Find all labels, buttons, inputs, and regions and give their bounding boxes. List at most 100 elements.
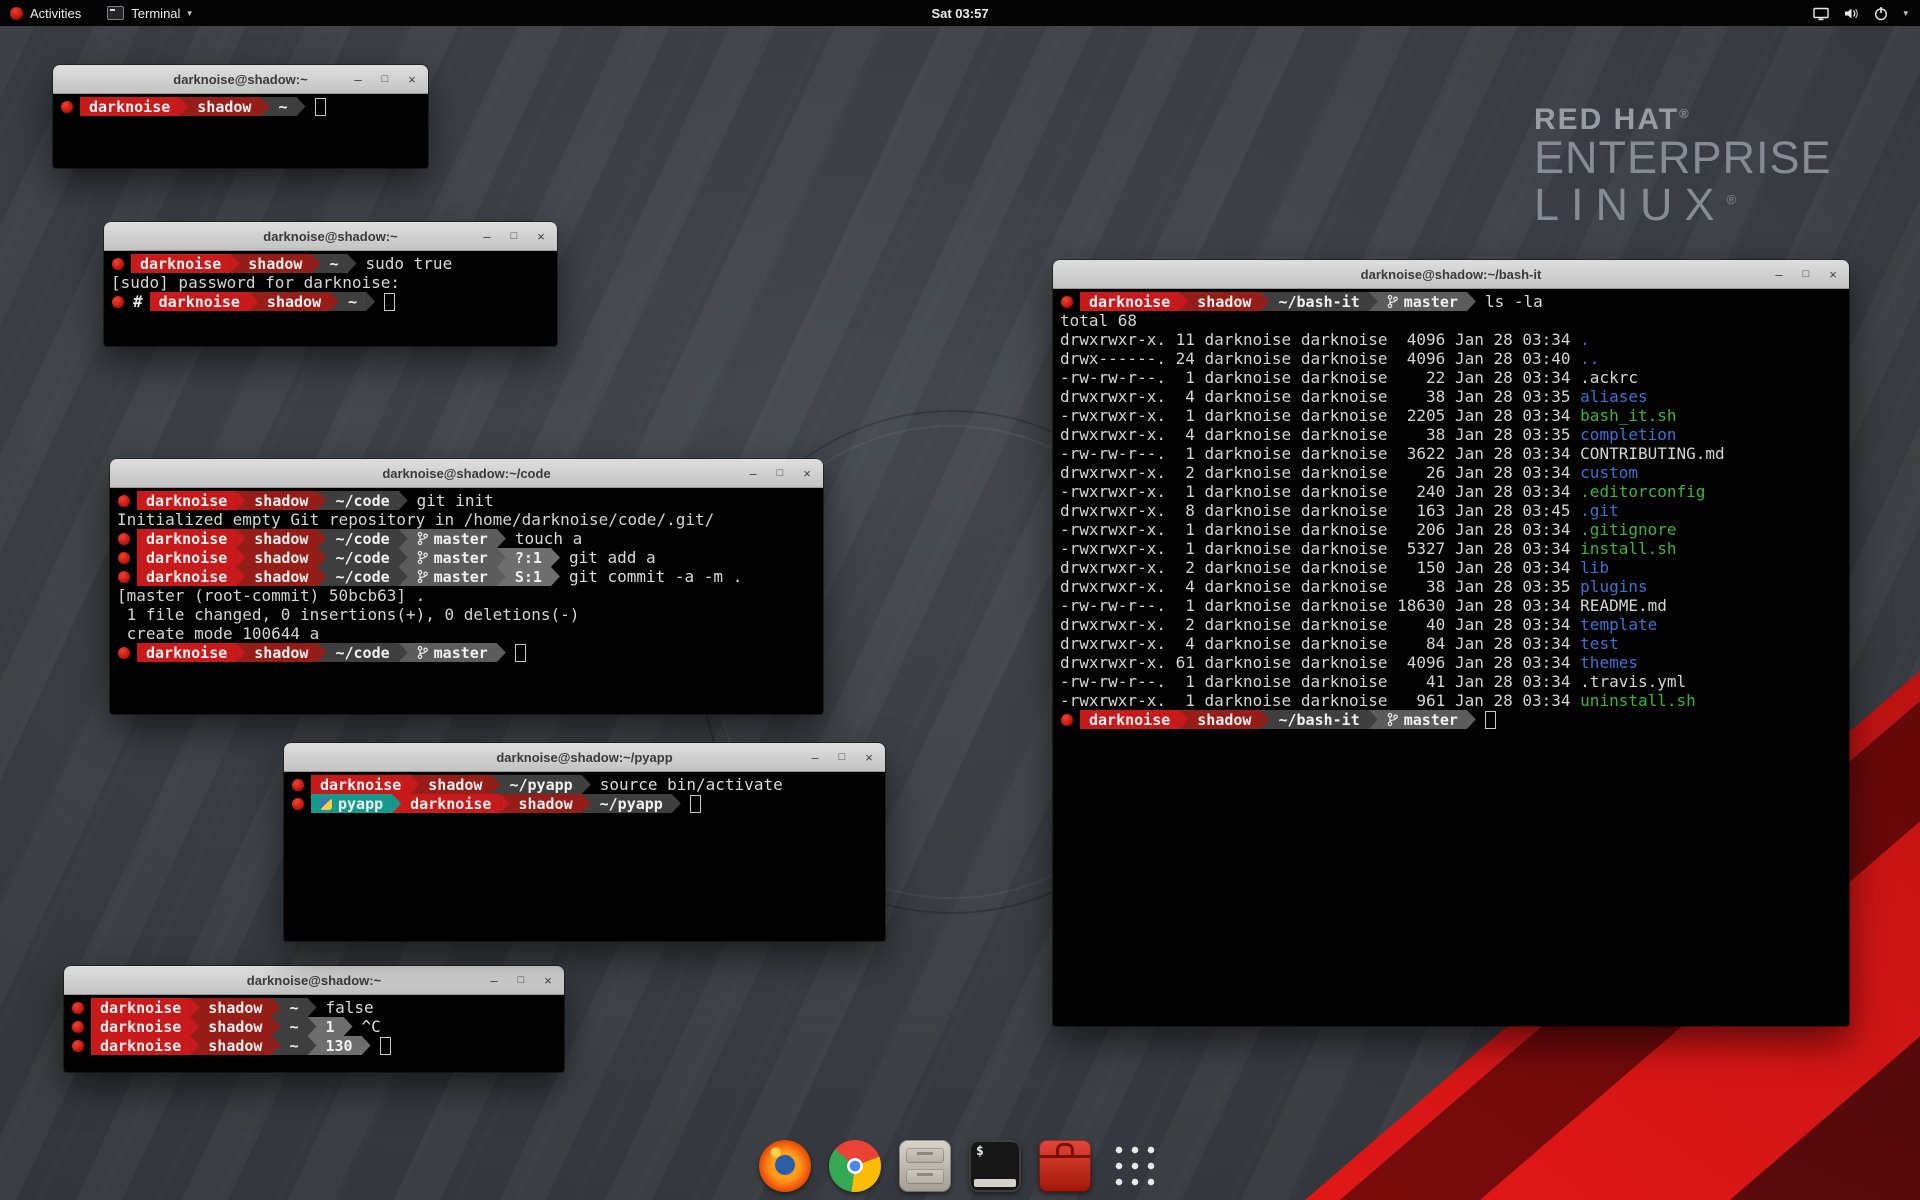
prompt-segment-venv: pyapp	[311, 794, 392, 813]
window-title: darknoise@shadow:~/pyapp	[496, 750, 672, 765]
prompt-segment-user: darknoise	[91, 1036, 190, 1055]
prompt-segment-host: shadow	[245, 491, 317, 510]
prompt-segment-branch: master	[408, 529, 497, 548]
terminal-glyph: $	[976, 1144, 984, 1159]
maximize-button[interactable]: □	[773, 468, 787, 479]
activities-button[interactable]: Activities	[10, 0, 81, 26]
minimize-button[interactable]: –	[1772, 268, 1786, 281]
volume-icon	[1843, 6, 1859, 21]
file-meta: drwxrwxr-x. 61 darknoise darknoise 4096 …	[1060, 653, 1580, 672]
terminal-line: drwxrwxr-x. 4 darknoise darknoise 38 Jan…	[1060, 387, 1842, 406]
prompt-segment-count: 1	[317, 1017, 344, 1036]
maximize-button[interactable]: □	[835, 752, 849, 763]
window-title: darknoise@shadow:~	[173, 72, 307, 87]
window-titlebar[interactable]: darknoise@shadow:~ – □ ×	[64, 966, 564, 995]
terminal-content[interactable]: darknoiseshadow~sudo true[sudo] password…	[104, 251, 557, 346]
powerline-separator-icon	[582, 775, 591, 794]
close-button[interactable]: ×	[862, 751, 876, 764]
redhat-icon	[118, 571, 130, 583]
prompt-segment-path: ~	[339, 292, 366, 311]
terminal-app-icon[interactable]: $	[969, 1140, 1021, 1192]
prompt-segment-path: ~	[280, 1017, 307, 1036]
powerline-separator-icon	[399, 567, 408, 586]
command-text: sudo true	[366, 254, 453, 273]
prompt-segment-path: ~/code	[326, 548, 398, 567]
app-menu-terminal[interactable]: Terminal ▾	[107, 0, 192, 26]
powerline-separator-icon	[1179, 710, 1188, 729]
file-manager-icon[interactable]	[899, 1140, 951, 1192]
window-titlebar[interactable]: darknoise@shadow:~/code – □ ×	[110, 459, 823, 488]
redhat-icon	[61, 101, 73, 113]
prompt-segment-path: ~/pyapp	[500, 775, 581, 794]
file-name: ..	[1580, 349, 1599, 368]
window-title: darknoise@shadow:~	[247, 973, 381, 988]
close-button[interactable]: ×	[534, 230, 548, 243]
powerline-separator-icon	[399, 643, 408, 662]
minimize-button[interactable]: –	[480, 230, 494, 243]
file-name: .ackrc	[1580, 368, 1638, 387]
root-indicator: #	[133, 292, 143, 311]
terminal-content[interactable]: darknoiseshadow~	[53, 94, 428, 168]
window-titlebar[interactable]: darknoise@shadow:~/bash-it – □ ×	[1053, 260, 1849, 289]
minimize-button[interactable]: –	[808, 751, 822, 764]
close-button[interactable]: ×	[800, 467, 814, 480]
close-button[interactable]: ×	[405, 73, 419, 86]
window-titlebar[interactable]: darknoise@shadow:~ – □ ×	[104, 222, 557, 251]
cursor	[690, 795, 701, 813]
chrome-icon[interactable]	[829, 1140, 881, 1192]
firefox-icon[interactable]	[759, 1140, 811, 1192]
minimize-button[interactable]: –	[351, 73, 365, 86]
prompt-segment-user: darknoise	[137, 643, 236, 662]
powerline-separator-icon	[230, 254, 239, 273]
terminal-line: total 68	[1060, 311, 1842, 330]
terminal-content[interactable]: darknoiseshadow~/bash-itmasterls -latota…	[1053, 289, 1849, 1026]
minimize-button[interactable]: –	[746, 467, 760, 480]
terminal-line: create mode 100644 a	[117, 624, 816, 643]
powerline-separator-icon	[249, 292, 258, 311]
powerline-separator-icon	[399, 491, 408, 510]
file-meta: -rwxrwxr-x. 1 darknoise darknoise 240 Ja…	[1060, 482, 1580, 501]
close-button[interactable]: ×	[1826, 268, 1840, 281]
redhat-toolbox-icon[interactable]	[1039, 1140, 1091, 1192]
maximize-button[interactable]: □	[514, 975, 528, 986]
clock[interactable]: Sat 03:57	[931, 6, 988, 21]
output-text: total 68	[1060, 311, 1137, 330]
system-status-area[interactable]: ▾	[1813, 6, 1920, 21]
powerline-separator-icon	[1369, 292, 1378, 311]
prompt-segment-count: ?:1	[506, 548, 551, 567]
output-text: [sudo] password for darknoise:	[111, 273, 400, 292]
command-text: touch a	[515, 529, 582, 548]
powerline-separator-icon	[236, 548, 245, 567]
maximize-button[interactable]: □	[507, 231, 521, 242]
maximize-button[interactable]: □	[1799, 269, 1813, 280]
powerline-separator-icon	[190, 998, 199, 1017]
file-meta: -rwxrwxr-x. 1 darknoise darknoise 961 Ja…	[1060, 691, 1580, 710]
powerline-separator-icon	[1467, 292, 1476, 311]
maximize-button[interactable]: □	[378, 74, 392, 85]
prompt-segment-host: shadow	[188, 97, 260, 116]
powerline-separator-icon	[317, 567, 326, 586]
minimize-button[interactable]: –	[487, 974, 501, 987]
powerline-separator-icon	[392, 794, 401, 813]
terminal-content[interactable]: darknoiseshadow~/pyappsource bin/activat…	[284, 772, 885, 941]
file-meta: -rwxrwxr-x. 1 darknoise darknoise 2205 J…	[1060, 406, 1580, 425]
terminal-content[interactable]: darknoiseshadow~/codegit initInitialized…	[110, 488, 823, 714]
terminal-content[interactable]: darknoiseshadow~falsedarknoiseshadow~1^C…	[64, 995, 564, 1072]
prompt-segment-host: shadow	[258, 292, 330, 311]
terminal-line: drwxrwxr-x. 4 darknoise darknoise 84 Jan…	[1060, 634, 1842, 653]
window-titlebar[interactable]: darknoise@shadow:~ – □ ×	[53, 65, 428, 94]
close-button[interactable]: ×	[541, 974, 555, 987]
git-branch-icon	[1387, 294, 1398, 309]
powerline-separator-icon	[271, 1036, 280, 1055]
prompt-segment-host: shadow	[199, 1036, 271, 1055]
file-meta: -rw-rw-r--. 1 darknoise darknoise 41 Jan…	[1060, 672, 1580, 691]
terminal-line: [master (root-commit) 50bcb63] .	[117, 586, 816, 605]
powerline-separator-icon	[330, 292, 339, 311]
redhat-icon	[118, 552, 130, 564]
terminal-line: -rwxrwxr-x. 1 darknoise darknoise 206 Ja…	[1060, 520, 1842, 539]
window-titlebar[interactable]: darknoise@shadow:~/pyapp – □ ×	[284, 743, 885, 772]
app-grid-icon[interactable]	[1109, 1140, 1161, 1192]
git-branch-icon	[417, 531, 428, 546]
prompt-segment-user: darknoise	[1080, 710, 1179, 729]
file-meta: drwxrwxr-x. 11 darknoise darknoise 4096 …	[1060, 330, 1580, 349]
